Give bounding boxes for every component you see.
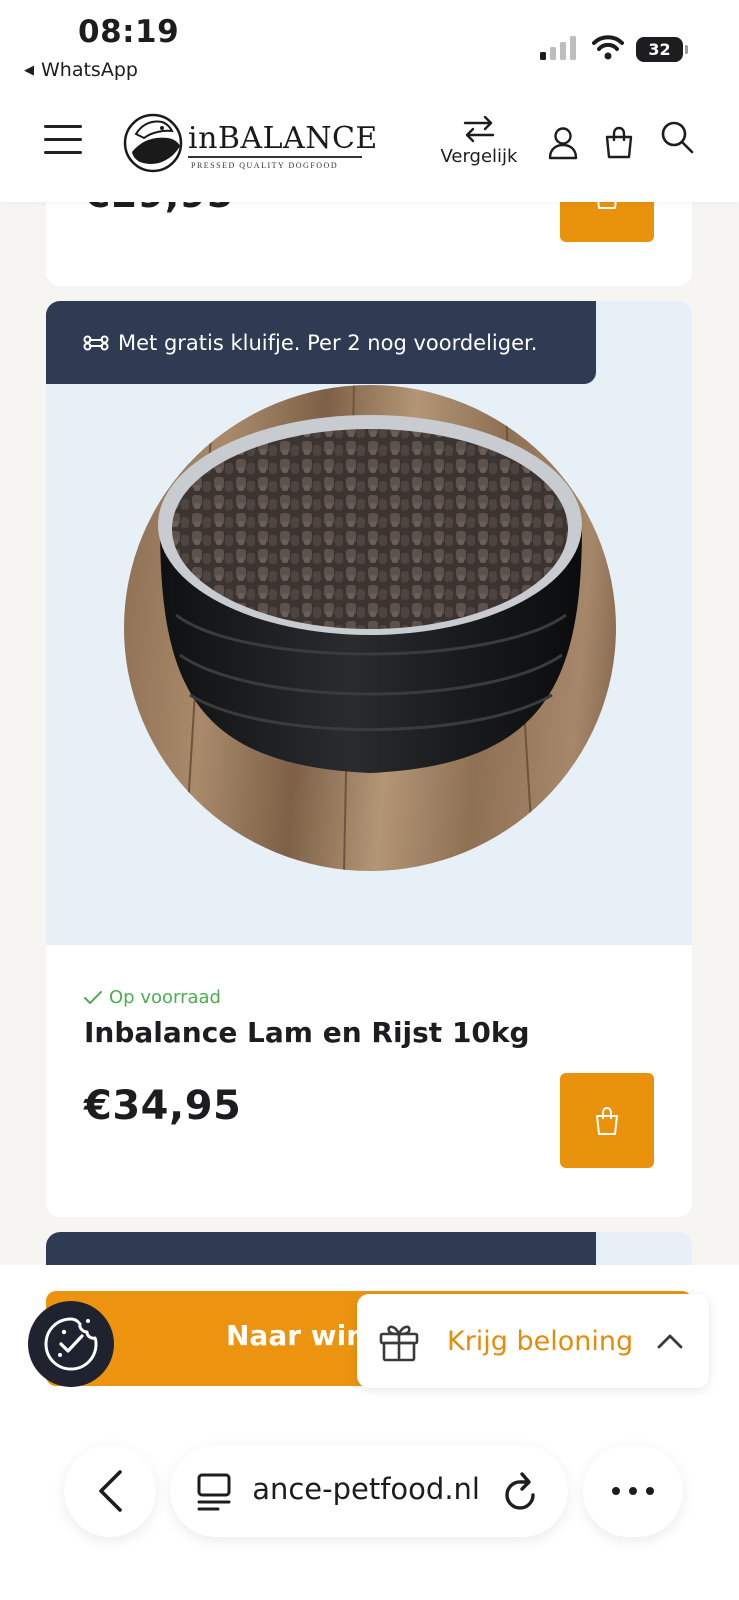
dog-food-bowl-image [158, 385, 582, 871]
dog-logo-icon [123, 113, 183, 173]
logo-wordmark: inBALANCE [188, 121, 378, 156]
product-price: €34,95 [84, 1083, 242, 1129]
reward-label: Krijg beloning [447, 1325, 634, 1357]
status-bar: 08:19 ◀ WhatsApp 32 [0, 0, 739, 96]
product-title[interactable]: Inbalance Lam en Rijst 10kg [84, 1016, 530, 1049]
back-triangle-icon: ◀ [24, 62, 34, 78]
reader-mode-icon[interactable] [196, 1472, 232, 1512]
bottom-overlay: Naar winkelwagen Krijg beloning [0, 1265, 739, 1600]
chevron-left-icon [99, 1470, 122, 1512]
browser-toolbar: inbalance-petfood.nl [0, 1445, 739, 1540]
logo-tagline: PRESSED QUALITY DOGFOOD [191, 161, 339, 170]
wifi-icon [592, 35, 624, 60]
address-bar[interactable]: inbalance-petfood.nl [170, 1445, 568, 1537]
product-photo[interactable] [124, 385, 616, 871]
bone-icon [83, 335, 109, 350]
status-time: 08:19 [78, 14, 180, 50]
search-icon[interactable] [660, 120, 694, 154]
add-to-cart-button[interactable] [560, 1073, 654, 1168]
browser-back-button[interactable] [64, 1445, 156, 1537]
cookie-check-icon [44, 1317, 98, 1371]
battery-level: 32 [636, 37, 683, 62]
product-image-area[interactable]: Met gratis kluifje. Per 2 nog voordelige… [46, 301, 692, 945]
check-icon [84, 990, 102, 1004]
back-app-label: WhatsApp [41, 59, 138, 81]
site-header: inBALANCE PRESSED QUALITY DOGFOOD Vergel… [0, 96, 739, 202]
promo-text: Met gratis kluifje. Per 2 nog voordelige… [118, 330, 538, 355]
stock-label: Op voorraad [109, 987, 221, 1008]
product-card[interactable]: Met gratis kluifje. Per 2 nog voordelige… [46, 301, 692, 1217]
reload-icon[interactable] [502, 1469, 540, 1513]
back-to-app-link[interactable]: ◀ WhatsApp [24, 59, 138, 81]
account-icon[interactable] [548, 126, 578, 160]
site-logo[interactable]: inBALANCE PRESSED QUALITY DOGFOOD [122, 112, 377, 174]
shopping-bag-icon[interactable] [604, 126, 634, 160]
url-text: inbalance-petfood.nl [254, 1472, 480, 1506]
battery-indicator: 32 [636, 37, 688, 62]
promo-banner: Met gratis kluifje. Per 2 nog voordelige… [46, 301, 596, 384]
compare-label: Vergelijk [440, 146, 518, 167]
compare-arrows-icon [463, 115, 495, 143]
more-dots-icon [612, 1487, 620, 1495]
menu-icon[interactable] [44, 125, 82, 155]
cookie-consent-button[interactable] [28, 1301, 114, 1387]
chevron-up-icon[interactable] [657, 1333, 683, 1349]
stock-status: Op voorraad [84, 987, 221, 1008]
product-info: Op voorraad Inbalance Lam en Rijst 10kg … [46, 945, 692, 1217]
compare-button[interactable]: Vergelijk [436, 114, 522, 167]
shopping-bag-icon [596, 1106, 618, 1135]
more-options-button[interactable] [583, 1445, 683, 1537]
cellular-signal-icon [540, 36, 576, 60]
reward-widget[interactable]: Krijg beloning [357, 1294, 709, 1388]
gift-icon [379, 1325, 419, 1362]
